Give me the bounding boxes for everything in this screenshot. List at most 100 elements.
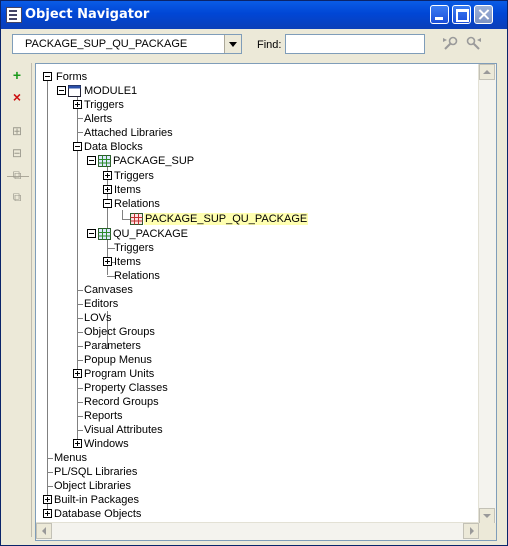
- tree-node-label: Data Blocks: [84, 141, 143, 153]
- collapse-icon[interactable]: ⊟: [9, 145, 25, 161]
- tree-node-label: PACKAGE_SUP_QU_PACKAGE: [144, 213, 309, 225]
- maximize-button[interactable]: [452, 5, 471, 24]
- tree-node-package-sup-triggers[interactable]: Triggers: [103, 169, 155, 183]
- scroll-right-icon[interactable]: [463, 523, 479, 539]
- tree-node-label: Canvases: [84, 284, 133, 296]
- search-forward-icon[interactable]: [464, 35, 482, 51]
- expand-toggle[interactable]: [73, 369, 82, 378]
- tree-node-attached-libraries[interactable]: Attached Libraries: [83, 126, 174, 140]
- collapse-toggle[interactable]: [43, 72, 52, 81]
- tree-node-object-libraries[interactable]: Object Libraries: [53, 479, 132, 493]
- tree-node-qu-package-triggers[interactable]: Triggers: [113, 241, 155, 255]
- horizontal-scrollbar[interactable]: [36, 522, 479, 540]
- delete-icon[interactable]: ×: [9, 89, 25, 105]
- tree-node-label: QU_PACKAGE: [113, 228, 188, 240]
- tree-node-property-classes[interactable]: Property Classes: [83, 381, 169, 395]
- expand-toggle[interactable]: [73, 439, 82, 448]
- collapse-all-icon[interactable]: ⧉: [9, 189, 25, 205]
- navigator-toolbar: PACKAGE_SUP_QU_PACKAGE Find:: [1, 29, 507, 61]
- scrollbar-corner: [479, 523, 496, 540]
- context-dropdown[interactable]: PACKAGE_SUP_QU_PACKAGE: [12, 34, 242, 54]
- tree-node-label: Built-in Packages: [54, 494, 139, 506]
- tree-node-label: Triggers: [114, 242, 154, 254]
- expand-toggle[interactable]: [73, 100, 82, 109]
- collapse-toggle[interactable]: [87, 156, 96, 165]
- object-navigator-window: Object Navigator PACKAGE_SUP_QU_PACKAGE …: [0, 0, 508, 546]
- tree-node-label: Editors: [84, 298, 119, 310]
- tree-node-label: Items: [114, 184, 141, 196]
- expand-toggle[interactable]: [103, 185, 112, 194]
- tree-node-label: Relations: [114, 198, 160, 210]
- scroll-down-icon[interactable]: [479, 508, 495, 524]
- tree-node-alerts[interactable]: Alerts: [83, 112, 113, 126]
- collapse-toggle[interactable]: [73, 142, 82, 151]
- expand-toggle[interactable]: [43, 495, 52, 504]
- tree-node-parameters[interactable]: Parameters: [83, 339, 142, 353]
- close-button[interactable]: [474, 5, 493, 24]
- tree-node-label: Object Libraries: [54, 480, 132, 492]
- tree-node-label: Windows: [84, 438, 129, 450]
- expand-all-icon[interactable]: ⧉: [9, 167, 25, 183]
- vertical-scrollbar[interactable]: [478, 64, 496, 524]
- tree-node-reports[interactable]: Reports: [83, 409, 124, 423]
- minimize-button[interactable]: [430, 5, 449, 24]
- tree-node-label: Reports: [84, 410, 123, 422]
- expand-toggle[interactable]: [43, 509, 52, 518]
- tree-node-builtin-packages[interactable]: Built-in Packages: [43, 493, 140, 507]
- tree-node-data-blocks[interactable]: Data Blocks: [73, 140, 144, 154]
- create-icon[interactable]: +: [9, 67, 25, 83]
- tree-node-triggers[interactable]: Triggers: [73, 98, 125, 112]
- tree-node-label: Alerts: [84, 113, 113, 125]
- tree-node-qu-package[interactable]: QU_PACKAGE: [87, 227, 189, 241]
- tree-node-lovs[interactable]: LOVs: [83, 311, 113, 325]
- tree-node-qu-package-items[interactable]: Items: [103, 255, 142, 269]
- tree-node-label: MODULE1: [84, 85, 138, 97]
- scroll-up-icon[interactable]: [479, 64, 495, 80]
- context-dropdown-value: PACKAGE_SUP_QU_PACKAGE: [25, 38, 188, 50]
- tree-node-forms[interactable]: Forms: [43, 70, 88, 84]
- tree-node-editors[interactable]: Editors: [83, 297, 119, 311]
- tree-node-label: Program Units: [84, 368, 155, 380]
- tree-node-label: PACKAGE_SUP: [113, 155, 195, 167]
- tree-node-label: Triggers: [114, 170, 154, 182]
- tree-node-popup-menus[interactable]: Popup Menus: [83, 353, 153, 367]
- tree-node-windows[interactable]: Windows: [73, 437, 130, 451]
- tree-node-package-sup-items[interactable]: Items: [103, 183, 142, 197]
- tree-node-relation-package-sup-qu-package[interactable]: PACKAGE_SUP_QU_PACKAGE: [130, 212, 309, 226]
- tree-node-record-groups[interactable]: Record Groups: [83, 395, 160, 409]
- find-input[interactable]: [285, 34, 425, 54]
- vertical-toolbar: + × ⊞ ⊟ ⧉ ⧉: [5, 63, 32, 537]
- tree-node-plsql-libraries[interactable]: PL/SQL Libraries: [53, 465, 138, 479]
- scroll-left-icon[interactable]: [36, 523, 52, 539]
- tree-node-object-groups[interactable]: Object Groups: [83, 325, 156, 339]
- tree-node-label: Triggers: [84, 99, 124, 111]
- tree-node-menus[interactable]: Menus: [53, 451, 88, 465]
- tree-node-database-objects[interactable]: Database Objects: [43, 507, 142, 521]
- title-bar[interactable]: Object Navigator: [1, 1, 507, 29]
- expand-toggle[interactable]: [103, 171, 112, 180]
- app-icon: [6, 7, 22, 23]
- tree-node-package-sup[interactable]: PACKAGE_SUP: [87, 154, 195, 168]
- collapse-toggle[interactable]: [87, 229, 96, 238]
- tree-node-label: Relations: [114, 270, 160, 282]
- tree-node-label: Forms: [56, 71, 88, 83]
- data-block-icon: [98, 155, 111, 167]
- search-backward-icon[interactable]: [442, 35, 460, 51]
- relation-icon: [130, 213, 143, 225]
- collapse-toggle[interactable]: [103, 199, 112, 208]
- expand-icon[interactable]: ⊞: [9, 123, 25, 139]
- chevron-down-icon[interactable]: [224, 35, 241, 53]
- collapse-toggle[interactable]: [57, 86, 66, 95]
- tree-node-module1[interactable]: MODULE1: [57, 84, 138, 98]
- tree-node-program-units[interactable]: Program Units: [73, 367, 155, 381]
- tree-node-qu-package-relations[interactable]: Relations: [113, 269, 161, 283]
- tree-node-label: Property Classes: [84, 382, 168, 394]
- expand-toggle[interactable]: [103, 257, 112, 266]
- tree-node-package-sup-relations[interactable]: Relations: [103, 197, 161, 211]
- tree-node-label: Menus: [54, 452, 88, 464]
- object-tree-pane: Forms MODULE1 Triggers Alerts Attached L…: [35, 63, 497, 541]
- tree-node-label: Parameters: [84, 340, 141, 352]
- tree-node-canvases[interactable]: Canvases: [83, 283, 134, 297]
- tree-node-visual-attributes[interactable]: Visual Attributes: [83, 423, 164, 437]
- tree-node-label: LOVs: [84, 312, 112, 324]
